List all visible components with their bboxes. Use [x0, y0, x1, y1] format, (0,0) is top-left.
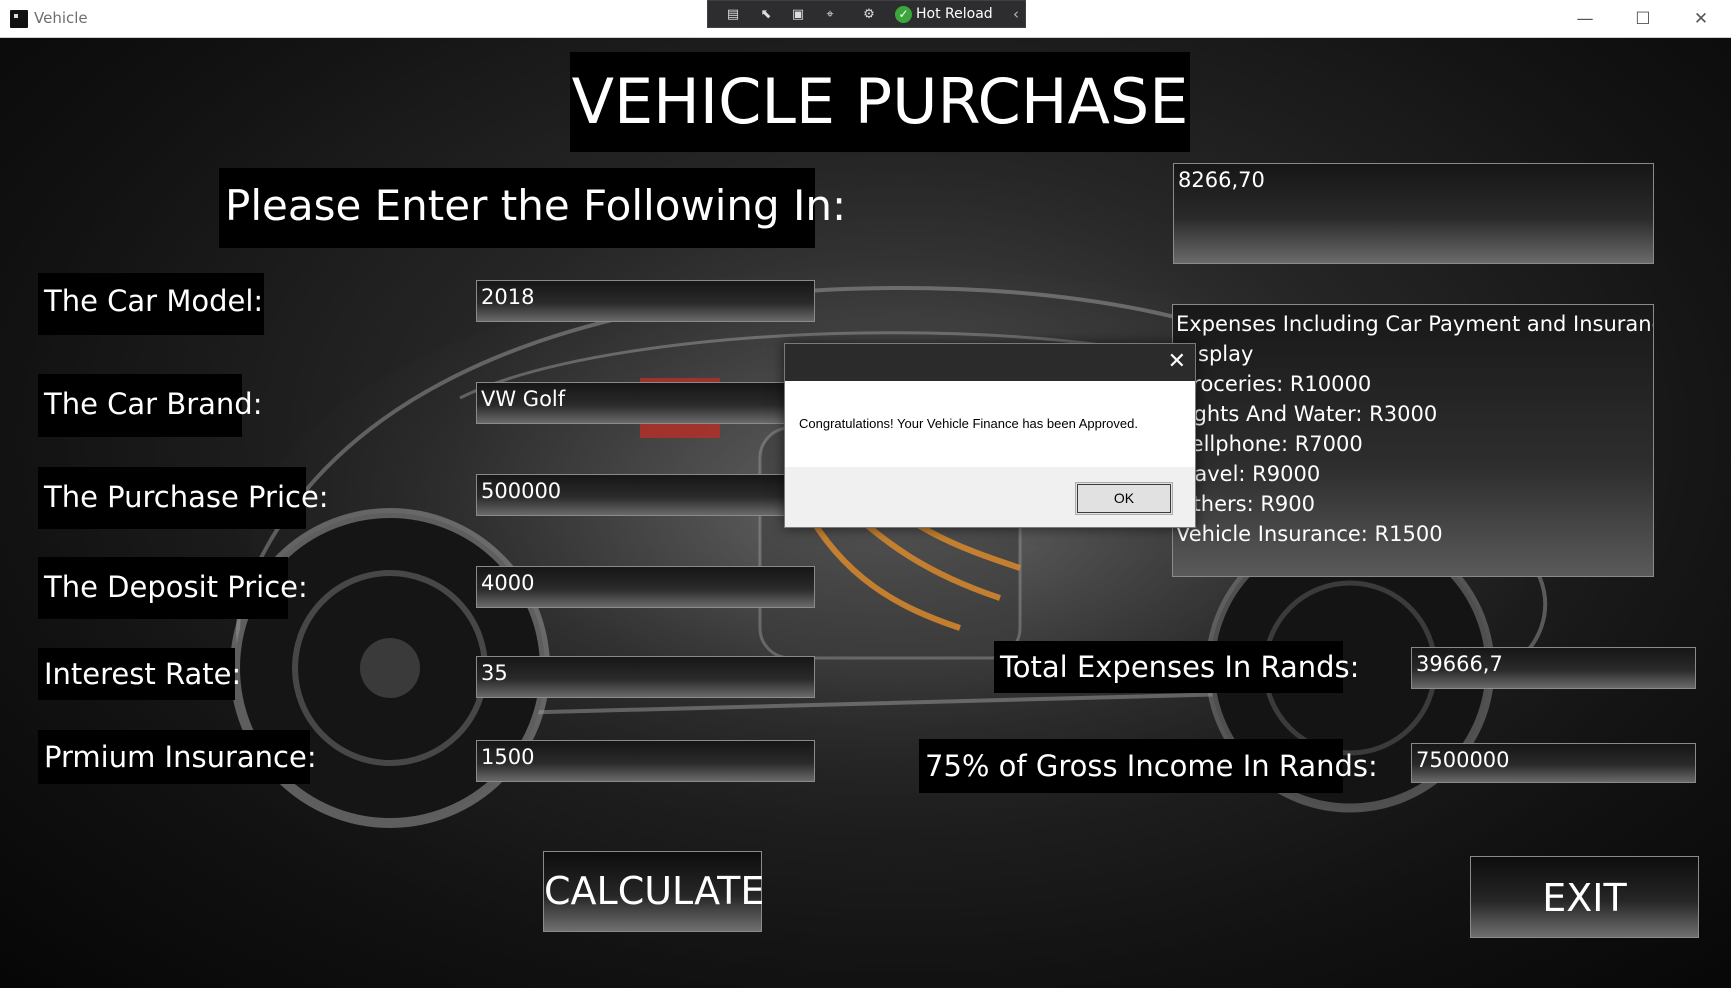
list-item: Cellphone: R7000 [1176, 432, 1363, 456]
purchase-price-label: The Purchase Price: [38, 467, 329, 529]
list-item: Display [1176, 342, 1254, 366]
debug-toolbar: ▤ ⬉ ▣ ⌖ ⚙ ✓ Hot Reload ‹ [707, 0, 1026, 28]
list-item: Vehicle Insurance: R1500 [1176, 522, 1443, 546]
list-item: Groceries: R10000 [1176, 372, 1372, 396]
car-model-label: The Car Model: [38, 273, 264, 335]
window-titlebar: Vehicle ▤ ⬉ ▣ ⌖ ⚙ ✓ Hot Reload ‹ — ☐ ✕ [0, 0, 1731, 38]
gross-income-output[interactable]: 7500000 [1411, 743, 1696, 783]
hot-reload-button[interactable]: Hot Reload [916, 6, 993, 22]
form-subheading: Please Enter the Following In: [219, 168, 846, 248]
car-brand-input[interactable]: VW Golf [476, 382, 815, 424]
list-item: Lights And Water: R3000 [1176, 402, 1438, 426]
gross-income-label: 75% of Gross Income In Rands: [919, 739, 1378, 793]
interest-rate-input[interactable]: 35 [476, 656, 815, 698]
car-brand-label: The Car Brand: [38, 374, 262, 437]
page-title: VEHICLE PURCHASE [570, 52, 1190, 152]
expenses-list-box[interactable]: Expenses Including Car Payment and Insur… [1172, 304, 1654, 577]
dialog-footer: OK [785, 467, 1195, 527]
list-item: Others: R900 [1176, 492, 1315, 516]
binding-failures-icon[interactable]: ⚙ [859, 6, 879, 23]
dialog-titlebar: ✕ [785, 344, 1195, 381]
purchase-price-input[interactable]: 500000 [476, 474, 815, 516]
total-expenses-label: Total Expenses In Rands: [994, 641, 1359, 693]
dialog-message: Congratulations! Your Vehicle Finance ha… [799, 416, 1138, 431]
deposit-price-label: The Deposit Price: [38, 557, 308, 619]
live-visual-tree-icon[interactable]: ▤ [723, 6, 743, 23]
maximize-button[interactable]: ☐ [1628, 8, 1658, 30]
premium-insurance-input[interactable]: 1500 [476, 740, 815, 782]
minimize-button[interactable]: — [1570, 8, 1600, 30]
dialog-close-icon[interactable]: ✕ [1168, 349, 1186, 375]
select-element-icon[interactable]: ⬉ [756, 6, 776, 23]
dialog-ok-button[interactable]: OK [1075, 482, 1173, 515]
approval-dialog: ✕ Congratulations! Your Vehicle Finance … [784, 343, 1196, 528]
premium-insurance-label: Prmium Insurance: [38, 730, 317, 784]
hot-reload-check-icon: ✓ [895, 6, 912, 23]
calculate-button[interactable]: CALCULATE [543, 851, 764, 932]
window-title: Vehicle [34, 9, 88, 27]
main-window: VEHICLE PURCHASE Please Enter the Follow… [0, 38, 1731, 988]
total-expenses-output[interactable]: 39666,7 [1411, 647, 1696, 689]
exit-button[interactable]: EXIT [1470, 856, 1699, 938]
collapse-toolbar-icon[interactable]: ‹ [1013, 5, 1019, 23]
list-item: Travel: R9000 [1176, 462, 1321, 486]
car-model-input[interactable]: 2018 [476, 280, 815, 322]
close-button[interactable]: ✕ [1686, 8, 1716, 30]
display-layout-adorners-icon[interactable]: ▣ [788, 6, 808, 23]
track-focused-element-icon[interactable]: ⌖ [820, 6, 840, 23]
app-icon [10, 10, 28, 28]
deposit-price-input[interactable]: 4000 [476, 566, 815, 608]
list-item: Expenses Including Car Payment and Insur… [1176, 312, 1654, 336]
monthly-payment-output[interactable]: 8266,70 [1173, 163, 1654, 264]
interest-rate-label: Interest Rate: [38, 648, 241, 700]
